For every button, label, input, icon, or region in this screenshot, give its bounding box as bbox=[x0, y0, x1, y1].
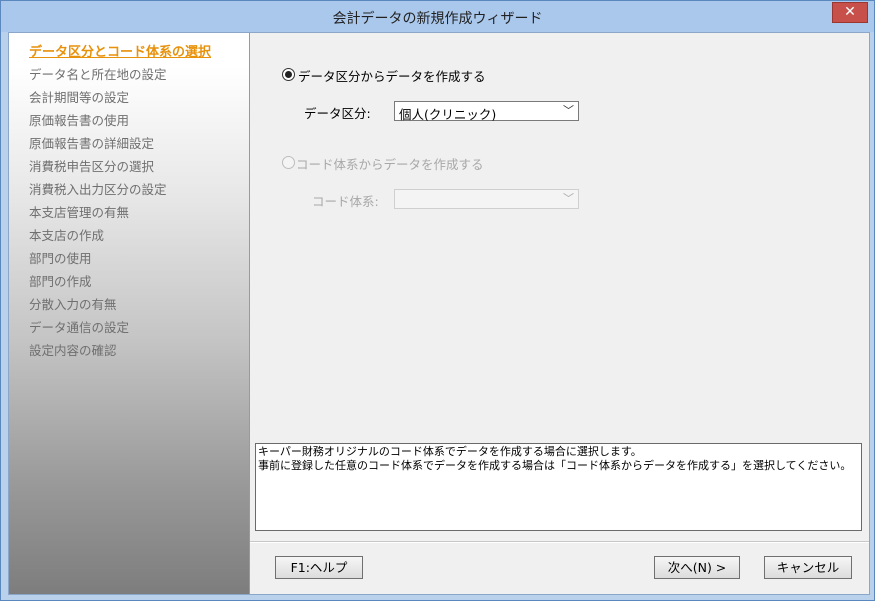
radio-code-taikei-label[interactable]: コード体系からデータを作成する bbox=[296, 154, 484, 173]
step-item: データ通信の設定 bbox=[29, 320, 130, 335]
step-item: 消費税申告区分の選択 bbox=[29, 159, 155, 174]
description-box: キーパー財務オリジナルのコード体系でデータを作成する場合に選択します。 事前に登… bbox=[255, 443, 862, 531]
step-item: 会計期間等の設定 bbox=[29, 90, 130, 105]
cancel-button[interactable]: キャンセル bbox=[764, 556, 852, 579]
code-taikei-label: コード体系: bbox=[312, 194, 379, 209]
chevron-down-icon: ﹀ bbox=[563, 192, 574, 205]
step-item: 本支店管理の有無 bbox=[29, 205, 130, 220]
radio-code-taikei[interactable] bbox=[282, 156, 295, 169]
next-button[interactable]: 次へ(N) > bbox=[654, 556, 740, 579]
radio-selected-dot bbox=[285, 71, 292, 78]
step-item: データ名と所在地の設定 bbox=[29, 67, 167, 82]
step-item: 部門の作成 bbox=[29, 274, 92, 289]
step-item-data-kubun: データ区分とコード体系の選択 bbox=[29, 45, 212, 60]
step-item: 本支店の作成 bbox=[29, 228, 105, 243]
title-bar: 会計データの新規作成ウィザード ✕ bbox=[1, 1, 874, 32]
steps-sidebar: データ区分とコード体系の選択 データ名と所在地の設定 会計期間等の設定 原価報告… bbox=[9, 33, 250, 594]
data-kubun-value: 個人(クリニック) bbox=[399, 107, 497, 122]
divider-highlight bbox=[250, 542, 869, 543]
wizard-window: 会計データの新規作成ウィザード ✕ データ区分とコード体系の選択 データ名と所在… bbox=[0, 0, 875, 601]
chevron-down-icon: ﹀ bbox=[563, 104, 574, 117]
description-line-1: キーパー財務オリジナルのコード体系でデータを作成する場合に選択します。 bbox=[258, 445, 642, 458]
step-item: 原価報告書の使用 bbox=[29, 113, 130, 128]
description-line-2: 事前に登録した任意のコード体系でデータを作成する場合は「コード体系からデータを作… bbox=[258, 459, 852, 472]
help-button[interactable]: F1:ヘルプ bbox=[275, 556, 363, 579]
step-item: 原価報告書の詳細設定 bbox=[29, 136, 155, 151]
code-taikei-select[interactable]: ﹀ bbox=[394, 189, 579, 209]
wizard-main-panel: データ区分からデータを作成する データ区分: 個人(クリニック) ﹀ コード体系… bbox=[250, 33, 869, 594]
data-kubun-select[interactable]: 個人(クリニック) ﹀ bbox=[394, 101, 579, 122]
radio-data-kubun[interactable] bbox=[282, 68, 295, 81]
step-item: 消費税入出力区分の設定 bbox=[29, 182, 167, 197]
step-item: 設定内容の確認 bbox=[29, 343, 117, 358]
radio-data-kubun-label[interactable]: データ区分からデータを作成する bbox=[298, 66, 486, 85]
step-item: 部門の使用 bbox=[29, 251, 92, 266]
window-title: 会計データの新規作成ウィザード bbox=[332, 11, 543, 27]
wizard-client-area: データ区分とコード体系の選択 データ名と所在地の設定 会計期間等の設定 原価報告… bbox=[8, 32, 870, 595]
step-item: 分散入力の有無 bbox=[29, 297, 117, 312]
close-icon[interactable]: ✕ bbox=[832, 2, 868, 23]
data-kubun-label: データ区分: bbox=[304, 106, 371, 121]
